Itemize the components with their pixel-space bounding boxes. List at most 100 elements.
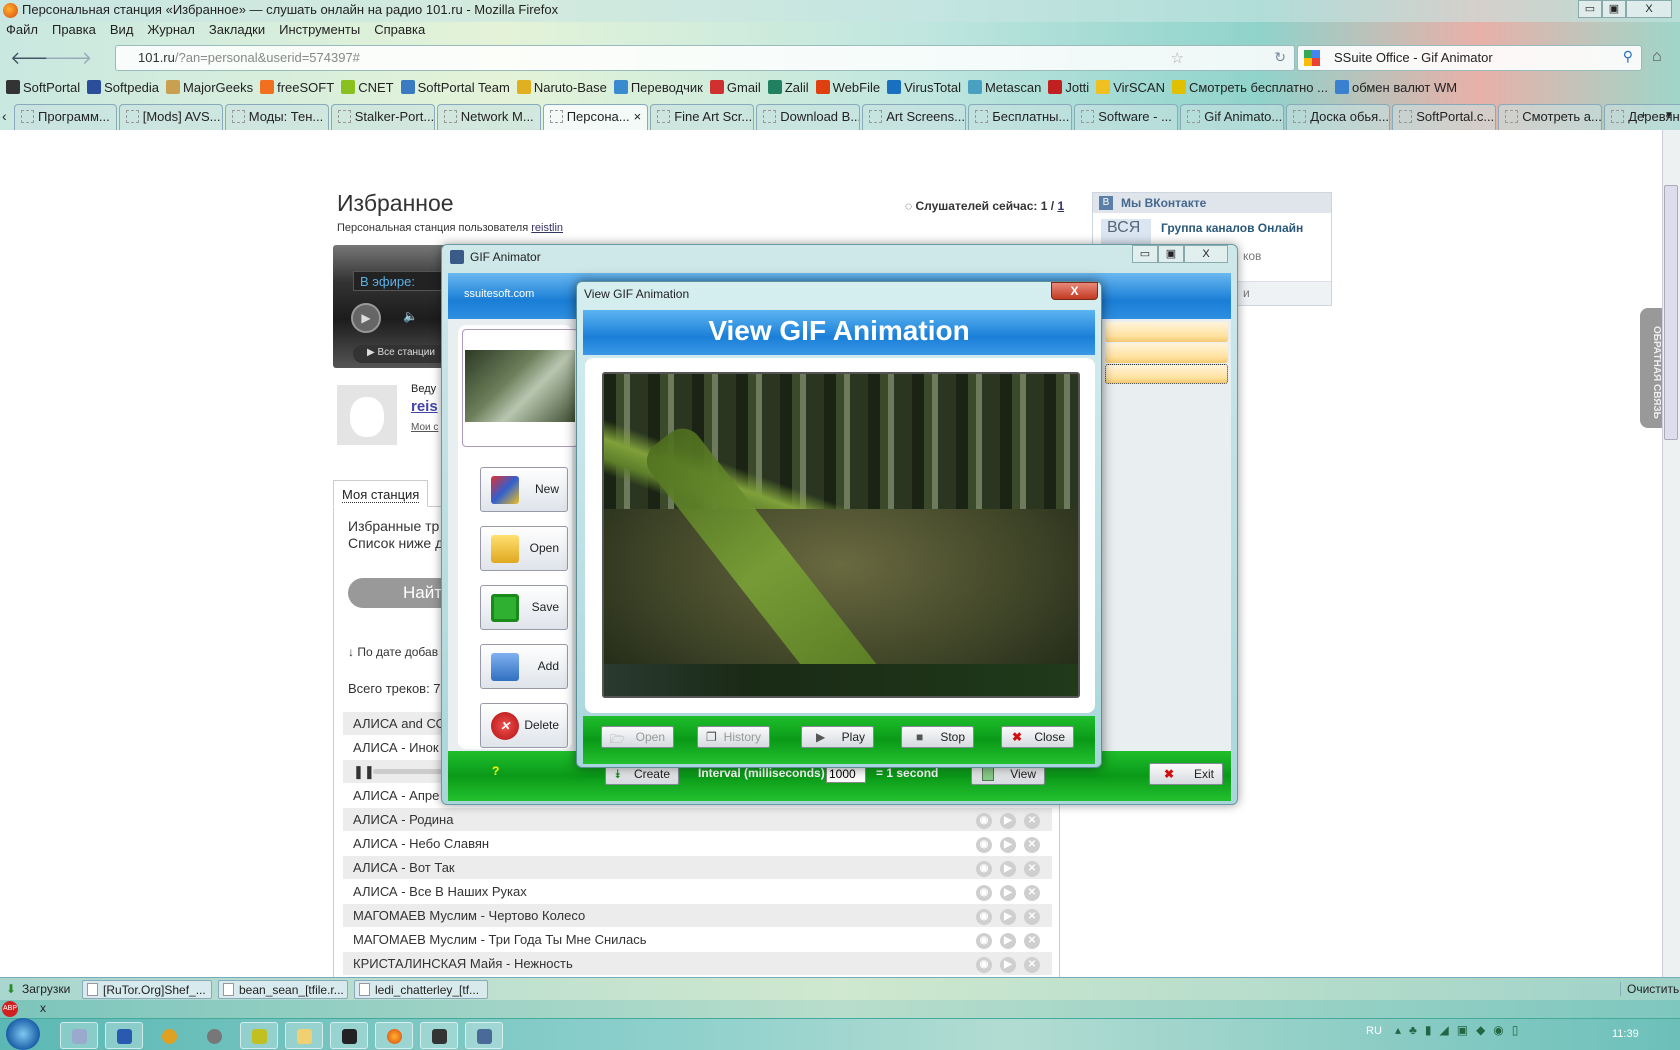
browser-tab[interactable]: Gif Animato...	[1180, 104, 1285, 130]
track-row[interactable]: АЛИСА - Все В Наших Руках ◉ ▶ ✕	[343, 880, 1052, 903]
history-button[interactable]: ❐ History	[697, 726, 770, 748]
menu-history[interactable]: Журнал	[147, 22, 194, 37]
remove-track-icon[interactable]: ✕	[1024, 885, 1040, 901]
track-row[interactable]: МАГОМАЕВ Муслим - Чертово Колесо ◉ ▶ ✕	[343, 904, 1052, 927]
bookmark-item[interactable]: freeSOFT	[260, 80, 334, 95]
adblock-icon[interactable]: ABP	[2, 1001, 18, 1017]
broadcast-icon[interactable]: ◉	[976, 909, 992, 925]
play-track-icon[interactable]: ▶	[1000, 909, 1016, 925]
tab-list-icon[interactable]: ▼	[1664, 110, 1674, 121]
remove-track-icon[interactable]: ✕	[1024, 909, 1040, 925]
volume-icon[interactable]: 🔈	[403, 309, 418, 323]
clear-downloads-button[interactable]: Очистить	[1620, 982, 1679, 996]
minimize-button[interactable]: ▭	[1578, 0, 1602, 18]
browser-tab[interactable]: Программ...	[14, 104, 117, 130]
browser-tab[interactable]: Network M...	[436, 104, 541, 130]
play-track-icon[interactable]: ▶	[1000, 861, 1016, 877]
browser-tab[interactable]: Software - ...	[1074, 104, 1179, 130]
bookmark-item[interactable]: Gmail	[709, 80, 761, 95]
reload-icon[interactable]: ↻	[1274, 49, 1286, 66]
new-button[interactable]: New	[480, 467, 568, 512]
forward-icon[interactable]: 🡒	[44, 48, 92, 69]
browser-tab[interactable]: Смотреть а...	[1498, 104, 1603, 130]
new-tab-icon[interactable]: +	[1640, 108, 1647, 122]
exit-button[interactable]: ✖ Exit	[1149, 763, 1223, 785]
add-button[interactable]: Add	[480, 644, 568, 689]
tab-close-icon[interactable]: ×	[634, 109, 642, 124]
tabs-scroll-left-icon[interactable]: ‹	[2, 108, 7, 124]
browser-tab[interactable]: SoftPortal.c...	[1392, 104, 1497, 130]
feedback-tab[interactable]: ОБРАТНАЯ СВЯЗЬ	[1640, 308, 1662, 428]
save-button[interactable]: Save	[480, 585, 568, 630]
downloads-button[interactable]: ⬇ Загрузки	[2, 980, 76, 999]
search-icon[interactable]: ⚲	[1623, 48, 1633, 65]
close-window-button[interactable]: X	[1626, 0, 1672, 18]
frame-list-item[interactable]	[1105, 343, 1228, 363]
browser-tab[interactable]: Fine Art Scr...	[650, 104, 755, 130]
menu-bookmarks[interactable]: Закладки	[209, 22, 265, 37]
taskbar-app-gif-animator[interactable]	[465, 1022, 503, 1049]
browser-tab[interactable]: Персона... ×	[542, 104, 649, 130]
addon-close-button[interactable]: x	[40, 1001, 46, 1015]
taskbar-app-notepad[interactable]	[60, 1022, 98, 1049]
restore-button[interactable]: ▣	[1602, 0, 1626, 18]
bookmark-item[interactable]: Zalil	[767, 80, 809, 95]
menu-tools[interactable]: Инструменты	[279, 22, 360, 37]
download-item[interactable]: [RuTor.Org]Shef_...	[82, 980, 212, 999]
download-item[interactable]: ledi_chatterley_[tf...	[354, 980, 488, 999]
language-indicator[interactable]: RU	[1366, 1025, 1382, 1037]
taskbar-app-4[interactable]	[330, 1022, 368, 1049]
track-row[interactable]: КРИСТАЛИНСКАЯ Майя - Нежность ◉ ▶ ✕	[343, 952, 1052, 975]
clock[interactable]: 11:39	[1612, 1028, 1639, 1040]
star-icon[interactable]: ☆	[1171, 49, 1184, 67]
broadcast-icon[interactable]: ◉	[976, 933, 992, 949]
taskbar-app-3[interactable]	[240, 1022, 278, 1049]
taskbar-app-firefox[interactable]	[375, 1022, 413, 1049]
bookmark-item[interactable]: SoftPortal Team	[400, 80, 510, 95]
broadcast-icon[interactable]: ◉	[976, 861, 992, 877]
bookmark-item[interactable]: VirusTotal	[887, 80, 961, 95]
vk-group-name[interactable]: Группа каналов Онлайн	[1161, 221, 1303, 235]
help-button[interactable]: ?	[492, 764, 499, 778]
delete-button[interactable]: ✕ Delete	[480, 703, 568, 748]
bookmark-item[interactable]: Softpedia	[87, 80, 159, 95]
frame-list-item-selected[interactable]	[1105, 364, 1228, 384]
frame-thumbnail[interactable]	[462, 329, 578, 447]
menu-help[interactable]: Справка	[374, 22, 425, 37]
scrollbar-thumb[interactable]	[1664, 185, 1678, 440]
play-track-icon[interactable]: ▶	[1000, 933, 1016, 949]
view-open-button[interactable]: 🗁 Open	[601, 726, 674, 748]
track-row[interactable]: МАГОМАЕВ Муслим - Три Года Ты Мне Снилас…	[343, 928, 1052, 951]
play-track-icon[interactable]: ▶	[1000, 885, 1016, 901]
all-stations-button[interactable]: ▶ Все станции	[353, 345, 448, 363]
bookmark-item[interactable]: WebFile	[815, 80, 880, 95]
play-track-icon[interactable]: ▶	[1000, 837, 1016, 853]
gif-close-button[interactable]: X	[1184, 245, 1228, 263]
url-bar[interactable]: 101.ru/?an=personal&userid=574397# ☆ ↻	[115, 45, 1295, 71]
search-bar[interactable]: SSuite Office - Gif Animator ⚲	[1297, 45, 1642, 71]
frame-list-item[interactable]	[1105, 322, 1228, 342]
start-button[interactable]	[6, 1018, 40, 1050]
broadcast-icon[interactable]: ◉	[976, 813, 992, 829]
bookmark-item[interactable]: обмен валют WM	[1334, 80, 1457, 95]
browser-tab[interactable]: Бесплатны...	[968, 104, 1073, 130]
host-name-link[interactable]: reis	[411, 398, 438, 415]
user-link[interactable]: reistlin	[531, 222, 563, 234]
bookmark-item[interactable]: Metascan	[967, 80, 1041, 95]
bookmark-item[interactable]: CNET	[341, 80, 394, 95]
track-row[interactable]: АЛИСА - Родина ◉ ▶ ✕	[343, 808, 1052, 831]
play-track-icon[interactable]: ▶	[1000, 957, 1016, 973]
remove-track-icon[interactable]: ✕	[1024, 837, 1040, 853]
bookmark-item[interactable]: Naruto-Base	[516, 80, 607, 95]
taskbar-app-5[interactable]	[420, 1022, 458, 1049]
menu-edit[interactable]: Правка	[52, 22, 96, 37]
taskbar-app-explorer[interactable]	[285, 1022, 323, 1049]
listeners-link[interactable]: 1	[1057, 199, 1064, 213]
broadcast-icon[interactable]: ◉	[976, 885, 992, 901]
play-button[interactable]: ▶ Play	[801, 726, 874, 748]
taskbar-app-2[interactable]	[195, 1022, 233, 1049]
sort-by-date[interactable]: ↓ По дате добав	[348, 645, 438, 659]
bookmark-item[interactable]: VirSCAN	[1096, 80, 1165, 95]
stop-button[interactable]: ■ Stop	[901, 726, 974, 748]
remove-track-icon[interactable]: ✕	[1024, 861, 1040, 877]
